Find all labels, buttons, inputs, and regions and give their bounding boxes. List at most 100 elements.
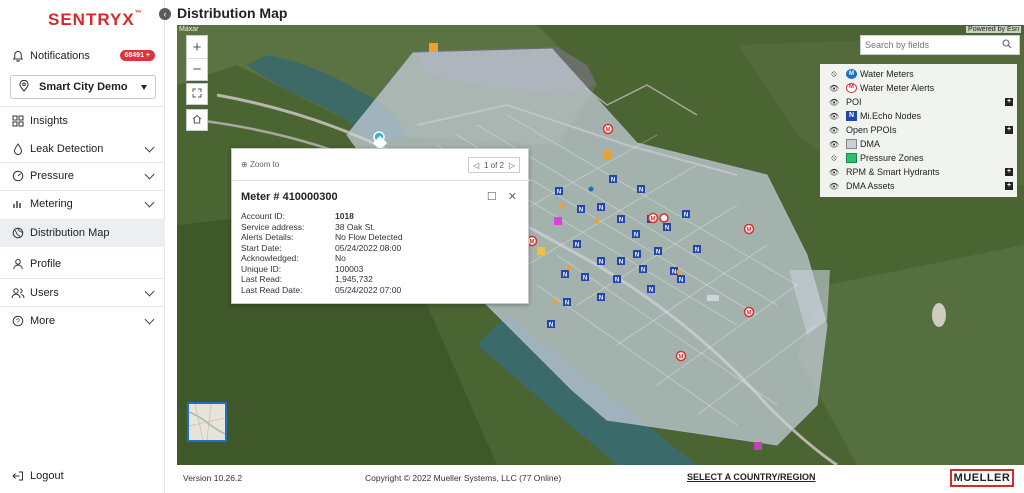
home-button[interactable] <box>186 109 208 131</box>
svg-text:N: N <box>635 253 639 259</box>
layer-row[interactable]: 👁 RPM & Smart Hydrants + <box>820 165 1017 179</box>
sidebar-item-label: Users <box>30 287 59 299</box>
layer-row[interactable]: ⦸ Pressure Zones <box>820 151 1017 165</box>
field-key: Start Date: <box>241 242 282 253</box>
sidebar-item-pressure[interactable]: Pressure <box>0 162 165 190</box>
eye-off-icon[interactable]: ⦸ <box>828 153 840 163</box>
svg-text:N: N <box>649 288 653 294</box>
overview-map[interactable] <box>187 402 227 442</box>
svg-text:N: N <box>557 190 561 196</box>
eye-icon[interactable]: 👁 <box>828 168 840 177</box>
sidebar-item-more[interactable]: ? More <box>0 307 165 335</box>
sidebar-item-distribution-map[interactable]: Distribution Map <box>0 219 165 247</box>
zoom-in-button[interactable]: + <box>187 36 207 58</box>
eye-off-icon[interactable]: ⦸ <box>828 69 840 79</box>
logout-link[interactable]: Logout <box>0 462 165 490</box>
layer-row[interactable]: 👁 POI + <box>820 95 1017 109</box>
home-icon <box>192 114 202 127</box>
layer-row[interactable]: 👁 DMA Assets + <box>820 179 1017 193</box>
field-value: 1,945,732 <box>335 274 373 284</box>
zoom-out-button[interactable]: − <box>187 58 207 80</box>
svg-text:N: N <box>641 268 645 274</box>
expand-plus-icon[interactable]: + <box>1005 182 1013 190</box>
search-icon[interactable] <box>997 38 1017 52</box>
zoom-to-label: Zoom to <box>249 160 280 169</box>
sidebar-item-label: Profile <box>30 258 62 270</box>
svg-text:?: ? <box>16 318 20 325</box>
fullscreen-button[interactable] <box>186 83 208 105</box>
layer-row[interactable]: ⦸ M Water Meters <box>820 67 1017 81</box>
svg-text:N: N <box>549 323 553 329</box>
bars-icon <box>11 197 25 211</box>
notifications-badge: 68491 + <box>119 50 155 61</box>
collapse-sidebar-button[interactable]: ‹ <box>159 8 171 20</box>
esri-attribution[interactable]: Powered by Esri <box>966 26 1021 33</box>
location-pin-icon <box>19 79 33 95</box>
overview-map-drawing <box>188 403 226 441</box>
popup-actions: ☐ ✕ <box>479 190 517 203</box>
sidebar-item-label: Metering <box>30 198 73 210</box>
eye-icon[interactable]: 👁 <box>828 98 840 107</box>
field-value: No Flow Detected <box>335 232 403 242</box>
eye-icon[interactable]: 👁 <box>828 84 840 93</box>
next-icon[interactable]: ▷ <box>509 161 515 170</box>
sidebar: SENTRYX™ Notifications 68491 + Smart Cit… <box>0 0 165 493</box>
select-region-link[interactable]: SELECT A COUNTRY/REGION <box>687 472 816 482</box>
svg-text:N: N <box>579 208 583 214</box>
layer-row[interactable]: 👁 M Water Meter Alerts <box>820 81 1017 95</box>
layer-row[interactable]: 👁 Open PPOIs + <box>820 123 1017 137</box>
feature-popup: ⊕ Zoom to ◁ 1 of 2 ▷ Meter # 410000300 ☐… <box>231 148 530 304</box>
popup-header: ⊕ Zoom to ◁ 1 of 2 ▷ <box>232 149 530 181</box>
notifications-link[interactable]: Notifications 68491 + <box>0 42 165 70</box>
logout-label: Logout <box>30 470 64 482</box>
sidebar-item-leak-detection[interactable]: Leak Detection <box>0 135 165 163</box>
chevron-down-icon <box>144 169 155 180</box>
eye-icon[interactable]: 👁 <box>828 126 840 135</box>
zoom-to-button[interactable]: ⊕ Zoom to <box>241 160 279 169</box>
field-row: Alerts Details: No Flow Detected <box>241 232 403 243</box>
zoom-control: + − <box>186 35 208 81</box>
expand-icon <box>192 88 202 101</box>
field-row: Start Date: 05/24/2022 08:00 <box>241 243 403 254</box>
svg-text:N: N <box>599 206 603 212</box>
sidebar-item-insights[interactable]: Insights <box>0 107 165 135</box>
eye-icon[interactable]: 👁 <box>828 140 840 149</box>
layer-label: DMA <box>860 139 880 149</box>
project-selector[interactable]: Smart City Demo <box>10 75 156 99</box>
drop-icon <box>11 142 25 156</box>
eye-icon[interactable]: 👁 <box>828 182 840 191</box>
sentryx-logo[interactable]: SENTRYX™ <box>48 10 143 30</box>
eye-icon[interactable]: 👁 <box>828 112 840 121</box>
layer-label: RPM & Smart Hydrants <box>846 167 940 177</box>
pager-label: 1 of 2 <box>483 160 504 170</box>
dock-icon[interactable]: ☐ <box>487 191 497 203</box>
project-name: Smart City Demo <box>39 81 128 93</box>
search-input[interactable] <box>861 36 997 54</box>
page-title: Distribution Map <box>177 5 288 21</box>
popup-title: Meter # 410000300 <box>241 191 338 203</box>
logout-icon <box>11 469 25 483</box>
sidebar-item-profile[interactable]: Profile <box>0 250 165 278</box>
gauge-icon <box>11 169 25 183</box>
sidebar-item-metering[interactable]: Metering <box>0 190 165 218</box>
popup-fields: Account ID: 1018 Service address: 38 Oak S… <box>241 211 403 295</box>
layer-label: POI <box>846 97 862 107</box>
previous-icon[interactable]: ◁ <box>473 161 479 170</box>
svg-text:N: N <box>639 188 643 194</box>
svg-text:N: N <box>611 178 615 184</box>
expand-plus-icon[interactable]: + <box>1005 98 1013 106</box>
close-icon[interactable]: ✕ <box>508 191 517 203</box>
layer-label: Pressure Zones <box>860 153 924 163</box>
sidebar-item-label: Leak Detection <box>30 143 104 155</box>
layer-row[interactable]: 👁 DMA <box>820 137 1017 151</box>
layer-list: ⦸ M Water Meters 👁 M Water Meter Alerts … <box>820 64 1017 197</box>
layer-row[interactable]: 👁 N Mi.Echo Nodes <box>820 109 1017 123</box>
expand-plus-icon[interactable]: + <box>1005 168 1013 176</box>
sidebar-item-users[interactable]: Users <box>0 279 165 307</box>
user-icon <box>11 257 25 271</box>
svg-text:N: N <box>583 276 587 282</box>
expand-plus-icon[interactable]: + <box>1005 126 1013 134</box>
sidebar-item-label: More <box>30 315 56 327</box>
field-key: Account ID: <box>241 211 285 221</box>
mueller-logo: MUELLER <box>950 469 1014 487</box>
